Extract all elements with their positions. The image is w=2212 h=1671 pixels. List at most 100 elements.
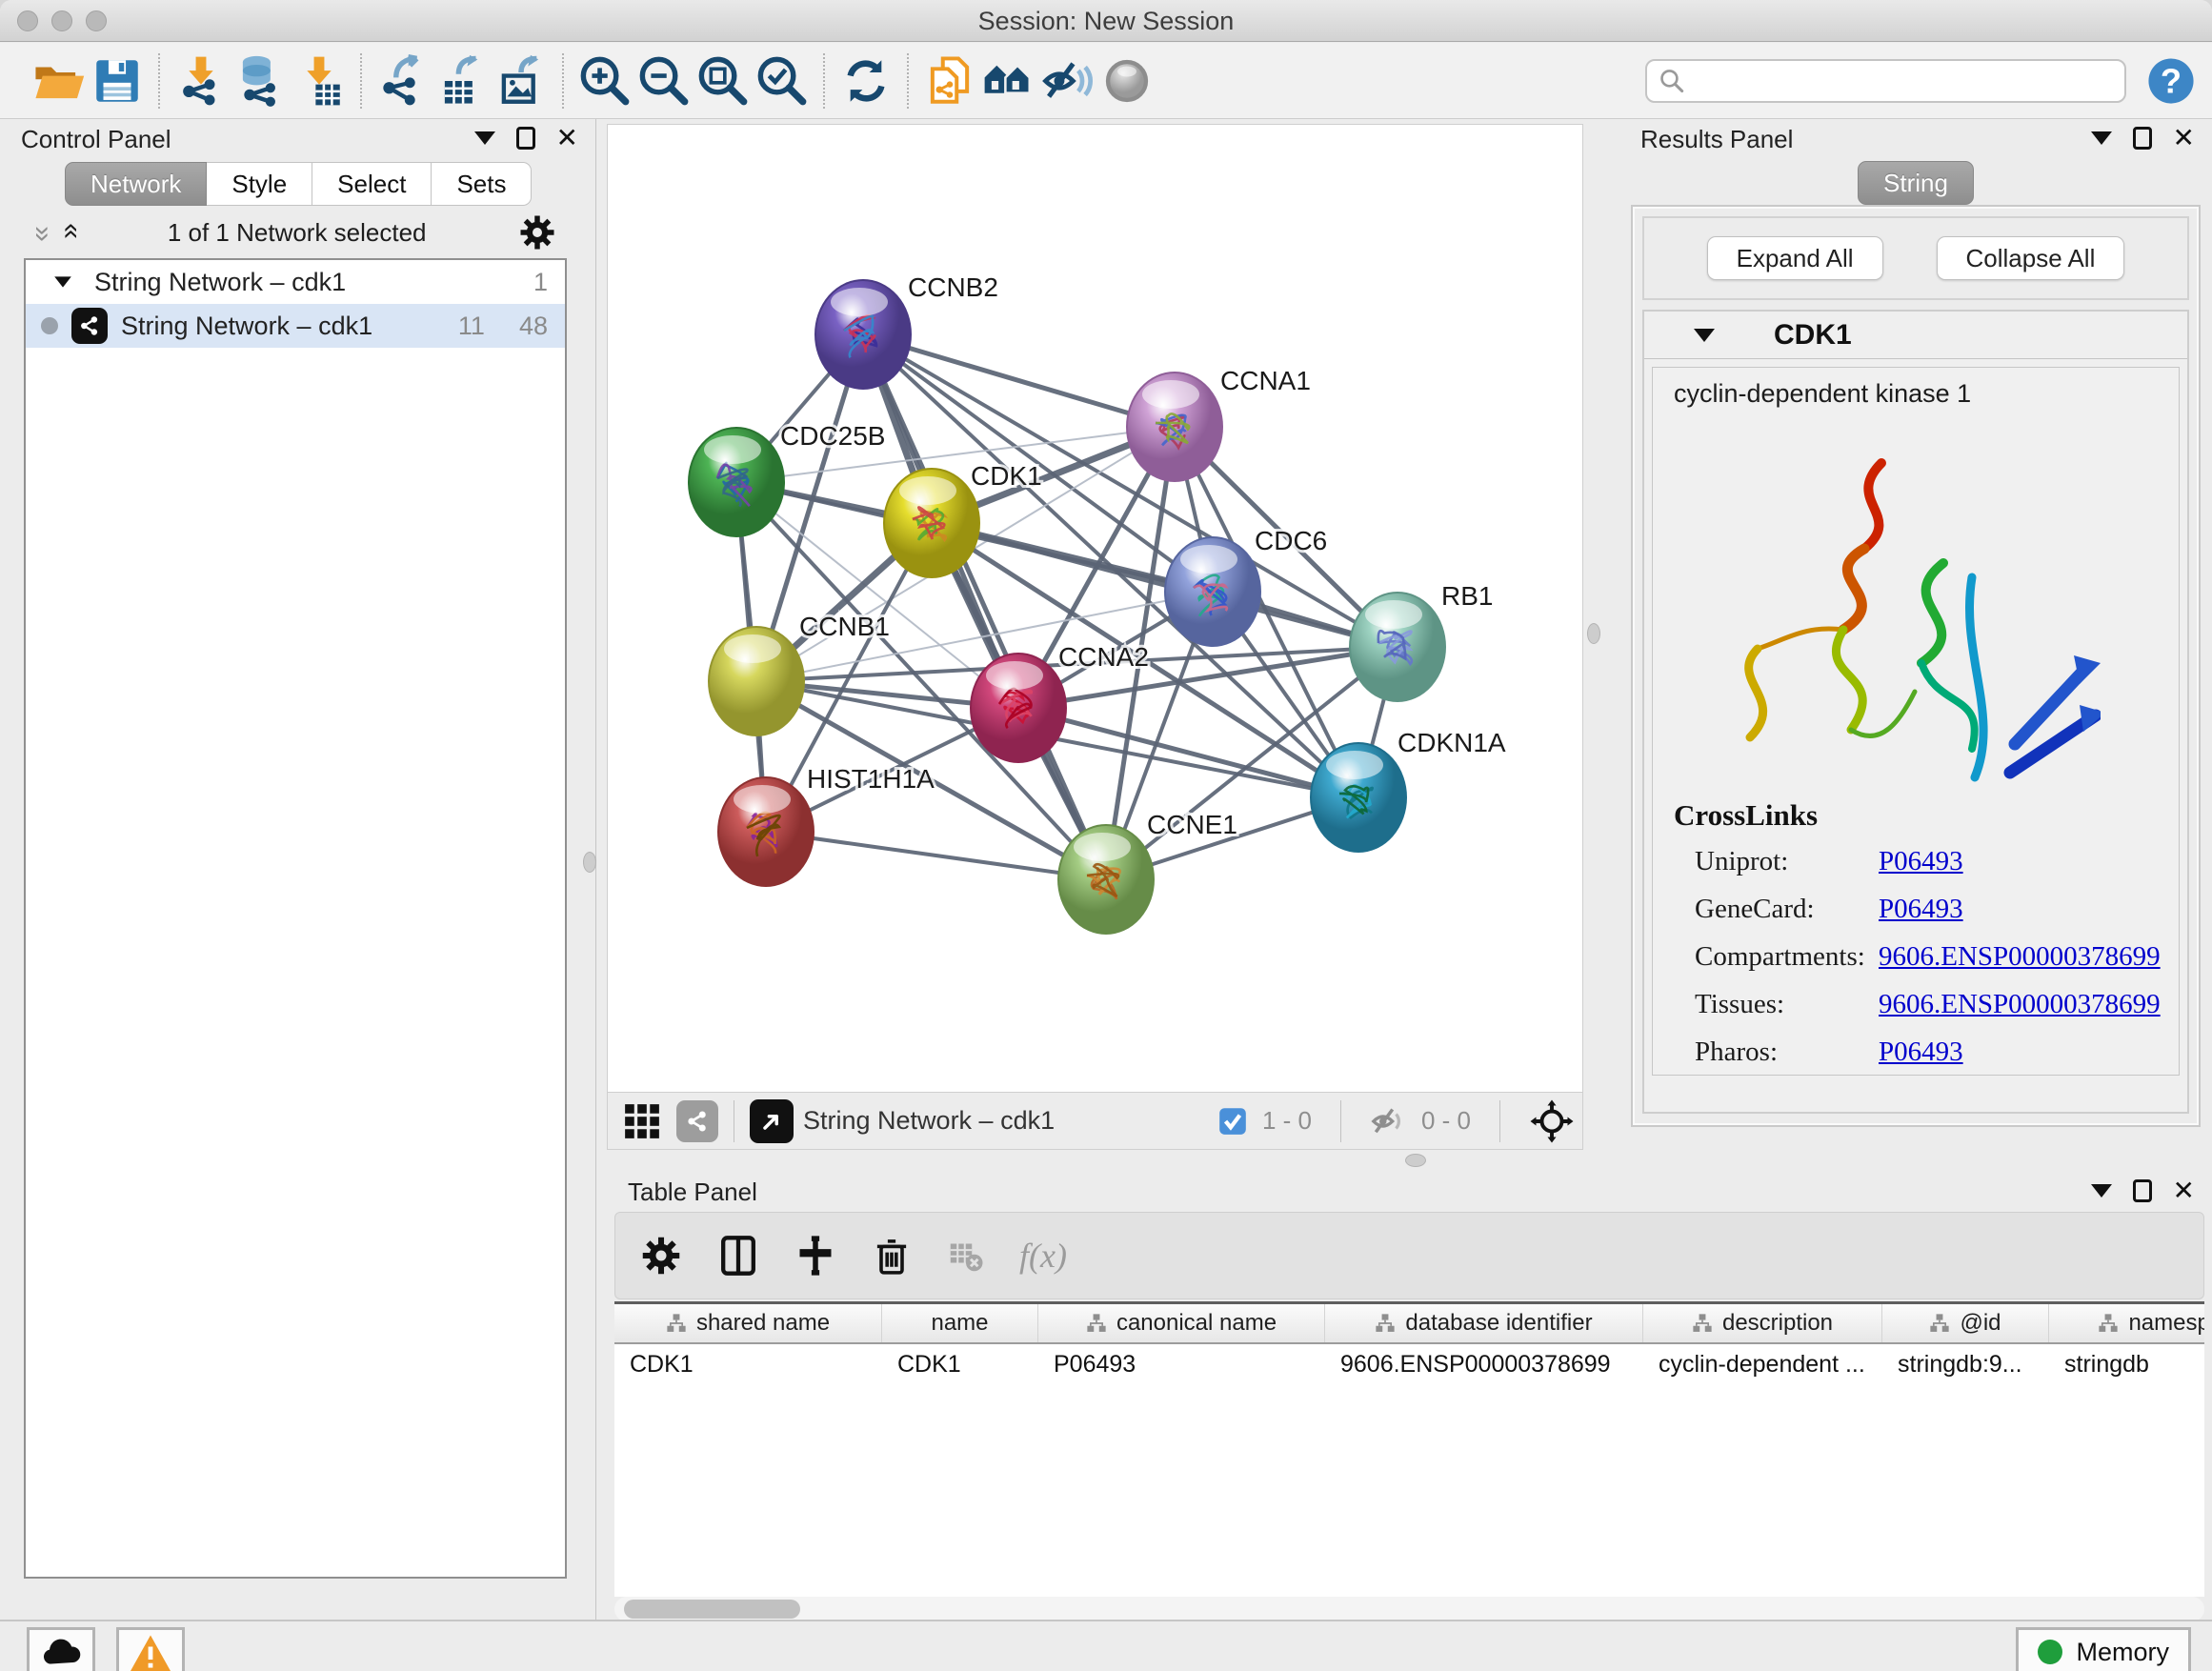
export-network-button[interactable] — [373, 51, 432, 111]
export-table-icon — [434, 53, 490, 109]
column-header-canonical-name[interactable]: canonical name — [1038, 1304, 1325, 1342]
clone-network-button[interactable] — [920, 51, 979, 111]
crosslink-link[interactable]: P06493 — [1879, 1037, 1963, 1068]
cloud-status-button[interactable] — [27, 1627, 95, 1671]
vertical-splitter-handle[interactable] — [1587, 623, 1600, 644]
tab-select[interactable]: Select — [312, 162, 432, 206]
network-row-selected[interactable]: String Network – cdk1 11 48 — [26, 304, 565, 348]
crosslink-label: Tissues: — [1674, 989, 1879, 1020]
float-panel-icon[interactable] — [516, 127, 535, 150]
network-collection-row[interactable]: String Network – cdk1 1 — [26, 260, 565, 304]
results-panel-title: Results Panel — [1640, 125, 1793, 154]
export-image-button[interactable] — [492, 51, 551, 111]
birds-eye-view-button[interactable] — [750, 1099, 794, 1143]
hidden-eye-icon[interactable] — [1370, 1102, 1408, 1140]
crosslink-link[interactable]: P06493 — [1879, 846, 1963, 877]
expand-all-button[interactable]: Expand All — [1707, 236, 1883, 280]
zoom-out-button[interactable] — [634, 51, 694, 111]
memory-button[interactable]: Memory — [2016, 1627, 2191, 1671]
table-row[interactable]: CDK1CDK1P064939606.ENSP00000378699cyclin… — [614, 1344, 2204, 1386]
separator — [1340, 1100, 1341, 1142]
table-cell: stringdb — [2049, 1344, 2204, 1386]
crosshair-icon[interactable] — [1529, 1098, 1575, 1144]
panel-menu-icon[interactable] — [2091, 131, 2112, 145]
open-session-button[interactable] — [29, 51, 88, 111]
vertical-splitter-handle[interactable] — [583, 852, 596, 873]
zoom-in-icon — [577, 53, 633, 109]
refresh-view-button[interactable] — [836, 51, 895, 111]
export-table-button[interactable] — [432, 51, 492, 111]
network-node-CDC25B[interactable]: CDC25B — [689, 421, 885, 536]
collapse-all-button[interactable]: Collapse All — [1937, 236, 2125, 280]
crosslink-link[interactable]: 9606.ENSP00000378699 — [1879, 941, 2161, 973]
column-header--id[interactable]: @id — [1882, 1304, 2049, 1342]
tab-sets[interactable]: Sets — [432, 162, 532, 206]
panel-menu-icon[interactable] — [474, 131, 495, 145]
tab-style[interactable]: Style — [207, 162, 312, 206]
close-panel-icon[interactable]: ✕ — [556, 127, 578, 150]
network-node-CDC6[interactable]: CDC6 — [1165, 526, 1327, 646]
grid-view-icon[interactable] — [621, 1100, 663, 1142]
add-column-icon[interactable] — [794, 1235, 836, 1277]
collapse-icon[interactable] — [54, 276, 71, 287]
network-node-CCNB2[interactable]: CCNB2 — [815, 272, 998, 389]
zoom-selected-button[interactable] — [753, 51, 812, 111]
scrollbar-thumb[interactable] — [624, 1600, 800, 1619]
tab-network[interactable]: Network — [65, 162, 207, 206]
network-view-type-icon[interactable] — [676, 1100, 718, 1142]
toolbar-separator — [823, 53, 825, 109]
column-header-name[interactable]: name — [882, 1304, 1038, 1342]
network-node-CDKN1A[interactable]: CDKN1A — [1311, 728, 1506, 852]
search-input[interactable] — [1685, 67, 2113, 95]
network-node-RB1[interactable]: RB1 — [1350, 581, 1493, 701]
expand-all-icon[interactable]: » — [53, 226, 86, 239]
column-header-shared-name[interactable]: shared name — [614, 1304, 882, 1342]
float-panel-icon[interactable] — [2133, 127, 2152, 150]
collapse-icon[interactable] — [1694, 329, 1715, 342]
tab-string[interactable]: String — [1858, 161, 1974, 205]
float-panel-icon[interactable] — [2133, 1179, 2152, 1202]
crosslink-link[interactable]: P06493 — [1879, 894, 1963, 925]
selected-checkbox-icon[interactable] — [1217, 1105, 1249, 1137]
close-panel-icon[interactable]: ✕ — [2173, 127, 2195, 150]
network-node-CCNA2[interactable]: CCNA2 — [971, 642, 1149, 762]
delete-column-trash-icon[interactable] — [871, 1235, 913, 1277]
node-label: RB1 — [1441, 581, 1493, 611]
search-field[interactable] — [1645, 59, 2126, 103]
show-all-button[interactable] — [979, 51, 1038, 111]
zoom-fit-icon — [695, 53, 751, 109]
table-panel-title: Table Panel — [628, 1178, 757, 1207]
inactive-tool-button[interactable] — [1097, 51, 1156, 111]
import-table-file-button[interactable] — [290, 51, 349, 111]
close-panel-icon[interactable]: ✕ — [2173, 1179, 2195, 1202]
node-label: CDK1 — [971, 461, 1042, 491]
help-button[interactable]: ? — [2143, 53, 2199, 109]
node-label: CDC25B — [780, 421, 885, 451]
network-view[interactable]: CCNB2 CCNA1 CDC25B CDK1 CDC6 RB1 CCNB1 CCNA2 CDK… — [607, 124, 1583, 1093]
warning-icon — [128, 1631, 173, 1671]
show-columns-icon[interactable] — [716, 1234, 760, 1278]
save-session-button[interactable] — [88, 51, 147, 111]
network-node-CCNA1[interactable]: CCNA1 — [1127, 366, 1311, 481]
column-header-namespace[interactable]: namespace — [2049, 1304, 2204, 1342]
import-network-database-button[interactable] — [231, 51, 290, 111]
import-network-file-button[interactable] — [171, 51, 231, 111]
network-node-CCNB1[interactable]: CCNB1 — [709, 612, 890, 735]
zoom-in-button[interactable] — [575, 51, 634, 111]
hide-selected-button[interactable] — [1038, 51, 1097, 111]
panel-menu-icon[interactable] — [2091, 1184, 2112, 1198]
gear-icon[interactable] — [518, 213, 556, 252]
gene-section: CDK1 cyclin-dependent kinase 1 CrossLink… — [1642, 310, 2189, 1114]
gene-header[interactable]: CDK1 — [1644, 312, 2187, 359]
warning-status-button[interactable] — [116, 1627, 185, 1671]
column-header-description[interactable]: description — [1643, 1304, 1882, 1342]
zoom-fit-button[interactable] — [694, 51, 753, 111]
crosslink-link[interactable]: 9606.ENSP00000378699 — [1879, 989, 2161, 1020]
network-node-CDK1[interactable]: CDK1 — [884, 461, 1042, 577]
network-node-HIST1H1A[interactable]: HIST1H1A — [718, 764, 935, 886]
column-header-database-identifier[interactable]: database identifier — [1325, 1304, 1643, 1342]
horizontal-scrollbar[interactable] — [614, 1597, 2204, 1621]
table-settings-gear-icon[interactable] — [640, 1235, 682, 1277]
horizontal-splitter-handle[interactable] — [1405, 1154, 1426, 1167]
shared-column-icon — [1375, 1313, 1396, 1334]
